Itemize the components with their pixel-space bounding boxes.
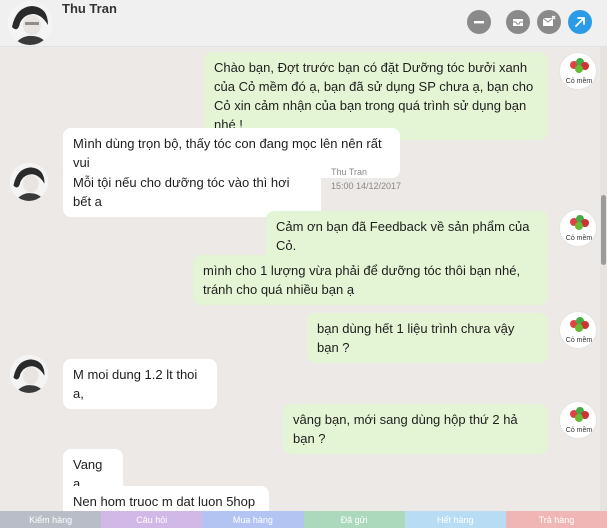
chat-header: Thu Tran [0,0,607,47]
shop-logo-icon: Cỏ mềm [566,58,593,85]
share-button[interactable] [568,10,592,34]
shop-logo-icon: Cỏ mềm [566,407,593,434]
incoming-message: Mỗi tội nếu cho dưỡng tóc vào thì hơi bế… [63,167,321,217]
tag-mua-hang[interactable]: Mua hàng [202,511,304,528]
mail-close-button[interactable] [537,10,561,34]
message-timestamp: 15:00 14/12/2017 [331,181,402,191]
quick-tag-bar: Kiểm hàng Câu hỏi Mua hàng Đã gửi Hết hà… [0,511,607,528]
shop-avatar: Cỏ mềm [559,401,597,439]
shop-avatar: Cỏ mềm [559,52,597,90]
contact-name: Thu Tran [62,1,117,16]
mail-close-icon [542,15,556,26]
minus-circle-icon [474,21,484,24]
contact-avatar-small [10,163,48,201]
message-list[interactable]: Chào bạn, Đợt trước bạn có đặt Dưỡng tóc… [0,47,600,511]
share-arrow-icon [575,17,585,27]
outgoing-message: vâng bạn, mới sang dùng hộp thứ 2 hả bạn… [283,404,548,454]
inbox-icon [513,19,523,26]
shop-avatar: Cỏ mềm [559,209,597,247]
message-sender: Thu Tran [331,167,368,177]
incoming-message: Nen hom truoc m dat luon 5hop í [63,486,269,511]
scrollbar-thumb[interactable] [601,195,606,265]
chat-scrollbar[interactable] [600,47,607,511]
contact-avatar-small [10,355,48,393]
tag-da-gui[interactable]: Đã gửi [303,511,405,528]
incoming-message: M moi dung 1.2 lt thoi a, [63,359,217,409]
outgoing-message: mình cho 1 lượng vừa phải để dưỡng tóc t… [193,255,548,305]
outgoing-message: Cảm ơn bạn đã Feedback về sản phẩm của C… [266,211,548,261]
shop-logo-icon: Cỏ mềm [566,215,593,242]
svg-text:Cỏ mềm: Cỏ mềm [566,425,593,434]
outgoing-message: Chào bạn, Đợt trước bạn có đặt Dưỡng tóc… [204,52,548,140]
svg-text:Cỏ mềm: Cỏ mềm [566,76,593,85]
shop-avatar: Cỏ mềm [559,311,597,349]
tag-tra-hang[interactable]: Trả hàng [505,511,607,528]
outgoing-message: bạn dùng hết 1 liệu trình chưa vậy bạn ? [307,313,548,363]
inbox-button[interactable] [506,10,530,34]
block-user-button[interactable] [467,10,491,34]
svg-text:Cỏ mềm: Cỏ mềm [566,233,593,242]
tag-kiem-hang[interactable]: Kiểm hàng [0,511,102,528]
tag-het-hang[interactable]: Hết hàng [404,511,506,528]
shop-logo-icon: Cỏ mềm [566,317,593,344]
svg-text:Cỏ mềm: Cỏ mềm [566,335,593,344]
tag-cau-hoi[interactable]: Câu hỏi [101,511,203,528]
contact-avatar[interactable] [8,1,52,45]
